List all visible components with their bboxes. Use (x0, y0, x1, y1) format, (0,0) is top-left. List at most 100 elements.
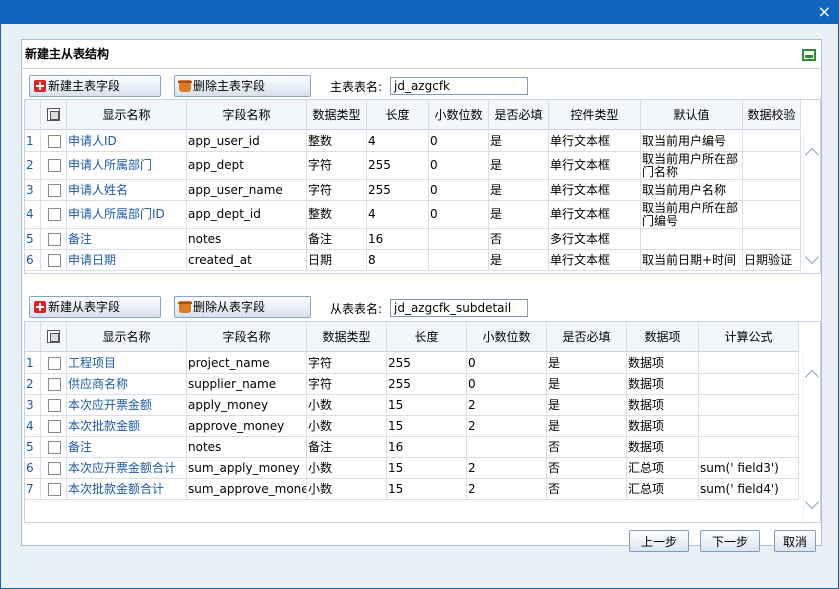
cell-name[interactable]: 申请人ID (67, 131, 187, 151)
master-grid-scrollbar[interactable] (803, 130, 820, 273)
cell-formula[interactable] (699, 353, 799, 373)
cell-name[interactable]: 申请人所属部门 (67, 152, 187, 179)
cell-field[interactable]: sum_approve_money (187, 479, 307, 499)
cell-name[interactable]: 本次应开票金额 (67, 395, 187, 415)
table-row[interactable]: 1 申请人ID app_user_id 整数 4 0 是单行文本框 取当前用户编号 (25, 131, 801, 152)
master-table-name-input[interactable] (390, 77, 528, 95)
cell-val[interactable]: 日期验证 (743, 250, 801, 270)
row-checkbox[interactable] (47, 183, 61, 197)
table-row[interactable]: 4 申请人所属部门ID app_dept_id 整数 4 0 是单行文本框 取当前用户所在部门… (25, 201, 801, 229)
table-row[interactable]: 5 备注 notes 备注 16 否多行文本框 (25, 229, 801, 250)
cell-formula[interactable]: sum(' field3') (699, 458, 799, 478)
cell-len[interactable]: 8 (367, 250, 429, 270)
cell-req[interactable]: 否 (489, 229, 549, 249)
cell-len[interactable]: 16 (387, 437, 467, 457)
cell-ctl[interactable]: 单行文本框 (549, 180, 641, 200)
cell-type[interactable]: 备注 (307, 229, 367, 249)
cell-field[interactable]: notes (187, 437, 307, 457)
row-checkbox[interactable] (47, 159, 61, 172)
detail-col-type[interactable]: 数据类型 (307, 322, 387, 351)
cell-req[interactable]: 是 (489, 180, 549, 200)
master-col-dec[interactable]: 小数位数 (429, 100, 489, 129)
cell-type[interactable]: 字符 (307, 353, 387, 373)
cell-name[interactable]: 备注 (67, 229, 187, 249)
table-row[interactable]: 2 供应商名称 supplier_name 字符 255 0 是数据项 (25, 374, 799, 395)
cell-name[interactable]: 申请人所属部门ID (67, 201, 187, 228)
scroll-up-icon[interactable] (804, 147, 820, 163)
cell-len[interactable]: 16 (367, 229, 429, 249)
cell-val[interactable] (743, 152, 801, 179)
cell-name[interactable]: 备注 (67, 437, 187, 457)
table-row[interactable]: 6 申请日期 created_at 日期 8 是单行文本框 取当前日期+时间 日期验证 (25, 250, 801, 271)
cell-item[interactable]: 数据项 (627, 353, 699, 373)
row-checkbox[interactable] (47, 461, 61, 475)
cell-len[interactable]: 4 (367, 201, 429, 228)
row-checkbox[interactable] (47, 482, 61, 496)
cell-req[interactable]: 是 (489, 131, 549, 151)
cell-ctl[interactable]: 单行文本框 (549, 250, 641, 270)
scroll-up-icon[interactable] (804, 369, 820, 385)
row-checkbox[interactable] (47, 134, 61, 148)
cell-type[interactable]: 字符 (307, 152, 367, 179)
cell-name[interactable]: 本次批款金额合计 (67, 479, 187, 499)
cell-len[interactable]: 15 (387, 458, 467, 478)
cell-field[interactable]: approve_money (187, 416, 307, 436)
cell-dec[interactable]: 0 (467, 374, 547, 394)
cell-dec[interactable]: 2 (467, 395, 547, 415)
cell-dec[interactable]: 2 (467, 458, 547, 478)
cell-field[interactable]: supplier_name (187, 374, 307, 394)
cell-def[interactable]: 取当前用户所在部门编号 (641, 201, 743, 228)
cell-item[interactable]: 数据项 (627, 395, 699, 415)
cell-item[interactable]: 数据项 (627, 437, 699, 457)
cell-def[interactable]: 取当前用户所在部门名称 (641, 152, 743, 179)
cell-req[interactable]: 否 (547, 437, 627, 457)
table-row[interactable]: 4 本次批款金额 approve_money 小数 15 2 是数据项 (25, 416, 799, 437)
cell-item[interactable]: 数据项 (627, 374, 699, 394)
cell-type[interactable]: 日期 (307, 250, 367, 270)
cell-name[interactable]: 本次应开票金额合计 (67, 458, 187, 478)
cell-dec[interactable]: 2 (467, 479, 547, 499)
cell-req[interactable]: 是 (489, 152, 549, 179)
cell-req[interactable]: 是 (489, 250, 549, 270)
cell-item[interactable]: 汇总项 (627, 479, 699, 499)
cell-dec[interactable]: 0 (429, 180, 489, 200)
cell-field[interactable]: app_user_name (187, 180, 307, 200)
table-row[interactable]: 7 本次批款金额合计 sum_approve_money 小数 15 2 否汇总项 sum('… (25, 479, 799, 500)
cell-req[interactable]: 是 (547, 395, 627, 415)
delete-master-field-button[interactable]: 删除主表字段 (174, 75, 311, 97)
cell-type[interactable]: 整数 (307, 131, 367, 151)
cell-item[interactable]: 汇总项 (627, 458, 699, 478)
cell-len[interactable]: 15 (387, 416, 467, 436)
scroll-down-icon[interactable] (804, 249, 820, 265)
cell-len[interactable]: 255 (387, 353, 467, 373)
cell-item[interactable]: 数据项 (627, 416, 699, 436)
cell-len[interactable]: 255 (387, 374, 467, 394)
detail-col-item[interactable]: 数据项 (627, 322, 699, 351)
cell-dec[interactable] (429, 229, 489, 249)
cell-def[interactable]: 取当前日期+时间 (641, 250, 743, 270)
cell-val[interactable] (743, 201, 801, 228)
prev-step-button[interactable]: 上一步 (629, 530, 689, 552)
cell-formula[interactable] (699, 416, 799, 436)
cell-type[interactable]: 字符 (307, 374, 387, 394)
cell-dec[interactable]: 0 (429, 201, 489, 228)
cancel-button[interactable]: 取消 (774, 530, 816, 552)
cell-name[interactable]: 申请日期 (67, 250, 187, 270)
cell-req[interactable]: 否 (547, 458, 627, 478)
select-all-checkbox[interactable] (41, 100, 67, 129)
detail-col-field[interactable]: 字段名称 (187, 322, 307, 351)
cell-field[interactable]: app_dept (187, 152, 307, 179)
cell-len[interactable]: 4 (367, 131, 429, 151)
master-col-ctl[interactable]: 控件类型 (549, 100, 641, 129)
cell-ctl[interactable]: 单行文本框 (549, 152, 641, 179)
table-row[interactable]: 2 申请人所属部门 app_dept 字符 255 0 是单行文本框 取当前用户所在部门名称 (25, 152, 801, 180)
row-checkbox[interactable] (47, 440, 61, 454)
cell-dec[interactable] (467, 437, 547, 457)
row-checkbox[interactable] (47, 377, 61, 391)
cell-req[interactable]: 是 (547, 416, 627, 436)
master-col-field[interactable]: 字段名称 (187, 100, 307, 129)
master-col-def[interactable]: 默认值 (641, 100, 743, 129)
master-col-name[interactable]: 显示名称 (67, 100, 187, 129)
cell-dec[interactable]: 0 (429, 131, 489, 151)
cell-ctl[interactable]: 单行文本框 (549, 131, 641, 151)
